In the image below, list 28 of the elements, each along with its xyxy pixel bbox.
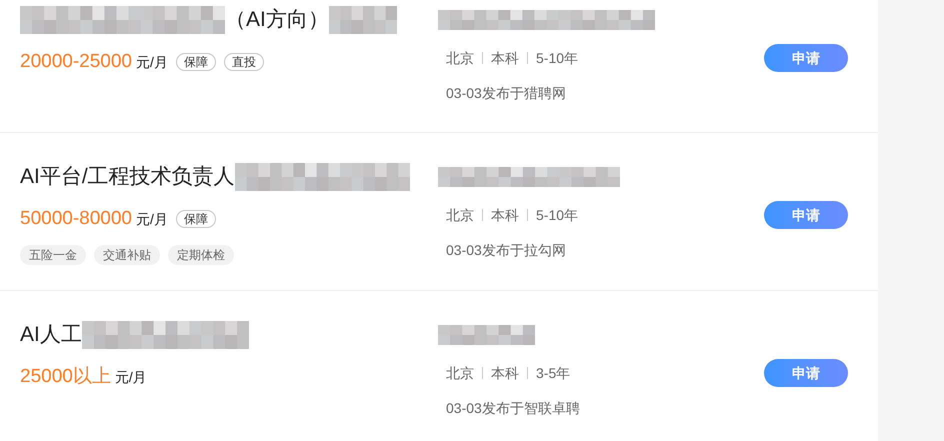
benefit-tag: 定期体检: [168, 245, 234, 265]
post-source: 03-03发布于智联卓聘: [445, 399, 581, 418]
salary: 50000-80000: [20, 206, 132, 231]
job-requirement: 5-10年: [536, 206, 578, 224]
job-requirement: 北京: [446, 364, 474, 382]
salary-unit: 元/月: [136, 210, 168, 228]
job-requirement: 3-5年: [536, 364, 570, 382]
job-requirement: 本科: [491, 364, 519, 382]
tag: 保障: [176, 53, 216, 71]
job-title[interactable]: AI平台/工程技术负责人: [20, 161, 235, 193]
job-requirement: 5-10年: [536, 48, 578, 68]
redacted-block: [328, 6, 397, 34]
salary: 20000-25000: [20, 50, 132, 74]
tag: 直投: [224, 53, 264, 71]
tag: 保障: [176, 210, 216, 228]
salary: 25000以上: [20, 364, 111, 389]
job-requirement: 北京: [446, 206, 474, 224]
job-title[interactable]: （AI方向）: [225, 4, 329, 36]
post-source: 03-03发布于猎聘网: [445, 84, 567, 103]
salary-unit: 元/月: [136, 52, 168, 72]
salary-unit: 元/月: [114, 368, 147, 386]
job-title[interactable]: AI人工: [20, 319, 82, 351]
post-source: 03-03发布于拉勾网: [445, 241, 567, 260]
benefit-tag: 交通补贴: [94, 245, 160, 265]
job-requirement: 本科: [491, 206, 519, 224]
job-requirement: 本科: [491, 48, 519, 68]
job-requirement: 北京: [446, 48, 474, 68]
benefit-tag: 五险一金: [20, 245, 86, 265]
